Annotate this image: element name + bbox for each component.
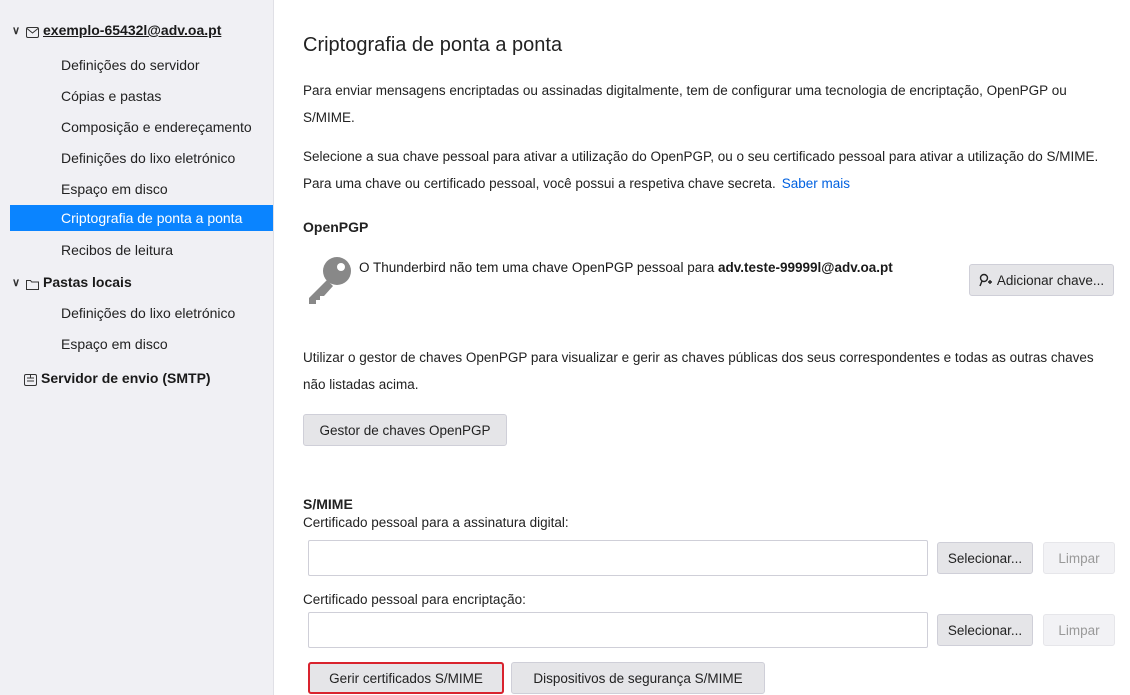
sidebar-item-server-settings[interactable]: Definições do servidor <box>10 52 273 78</box>
sidebar-item-disk-space[interactable]: Espaço em disco <box>10 176 273 202</box>
sidebar-item-label: Definições do lixo eletrónico <box>61 150 236 166</box>
key-icon <box>305 256 353 311</box>
add-key-button[interactable]: Adicionar chave... <box>969 264 1114 296</box>
select-key-text-body: Selecione a sua chave pessoal para ativa… <box>303 149 1099 191</box>
sign-cert-label: Certificado pessoal para a assinatura di… <box>303 515 569 530</box>
openpgp-heading: OpenPGP <box>303 219 369 235</box>
no-key-message: O Thunderbird não tem uma chave OpenPGP … <box>359 254 919 281</box>
local-folders-label: Pastas locais <box>43 274 132 290</box>
sign-cert-field[interactable] <box>308 540 928 576</box>
sidebar-item-label: Criptografia de ponta a ponta <box>61 210 243 226</box>
select-sign-cert-button[interactable]: Selecionar... <box>937 542 1033 574</box>
security-devices-label: Dispositivos de segurança S/MIME <box>533 670 743 686</box>
sidebar-item-label: Recibos de leitura <box>61 242 174 258</box>
sidebar-item-local-junk-settings[interactable]: Definições do lixo eletrónico <box>10 300 273 326</box>
sidebar-local-folders[interactable]: ∨ Pastas locais <box>12 274 132 290</box>
sidebar-item-copies-folders[interactable]: Cópias e pastas <box>10 83 273 109</box>
sidebar-item-label: Espaço em disco <box>61 336 168 352</box>
folder-icon <box>26 277 39 290</box>
chevron-down-icon[interactable]: ∨ <box>12 24 24 37</box>
sidebar-item-e2e-encryption[interactable]: Criptografia de ponta a ponta <box>10 205 273 231</box>
key-manager-text: Utilizar o gestor de chaves OpenPGP para… <box>303 350 1094 392</box>
select-button-label: Selecionar... <box>947 550 1023 566</box>
account-label: exemplo-65432l@adv.oa.pt <box>43 22 222 38</box>
manage-certs-label: Gerir certificados S/MIME <box>329 670 483 686</box>
key-manager-button[interactable]: Gestor de chaves OpenPGP <box>303 414 507 446</box>
no-key-email: adv.teste-99999l@adv.oa.pt <box>717 260 893 275</box>
clear-button-label: Limpar <box>1058 550 1100 566</box>
envelope-icon <box>26 25 39 38</box>
manage-smime-certs-button[interactable]: Gerir certificados S/MIME <box>308 662 504 694</box>
key-manager-label: Gestor de chaves OpenPGP <box>319 422 491 438</box>
learn-more-link[interactable]: Saber mais <box>782 176 850 191</box>
sidebar-item-label: Definições do servidor <box>61 57 200 73</box>
clear-sign-cert-button[interactable]: Limpar <box>1043 542 1115 574</box>
sidebar-account[interactable]: ∨ exemplo-65432l@adv.oa.pt <box>12 22 221 38</box>
chevron-down-icon[interactable]: ∨ <box>12 276 24 289</box>
smime-heading: S/MIME <box>303 496 353 512</box>
sidebar-item-junk-settings[interactable]: Definições do lixo eletrónico <box>10 145 273 171</box>
sidebar-item-label: Definições do lixo eletrónico <box>61 305 236 321</box>
server-icon <box>24 373 37 386</box>
enc-cert-label: Certificado pessoal para encriptação: <box>303 592 526 607</box>
sidebar-smtp-server[interactable]: Servidor de envio (SMTP) <box>22 370 211 386</box>
sidebar-item-label: Composição e endereçamento <box>61 119 252 135</box>
select-enc-cert-button[interactable]: Selecionar... <box>937 614 1033 646</box>
sidebar-item-read-receipts[interactable]: Recibos de leitura <box>10 237 273 263</box>
page-title: Criptografia de ponta a ponta <box>303 34 563 56</box>
select-button-label: Selecionar... <box>947 622 1023 638</box>
select-key-text: Selecione a sua chave pessoal para ativa… <box>303 143 1113 197</box>
no-key-text: O Thunderbird não tem uma chave OpenPGP … <box>359 260 715 275</box>
account-sidebar: ∨ exemplo-65432l@adv.oa.pt Definições do… <box>0 0 274 695</box>
smtp-label: Servidor de envio (SMTP) <box>41 370 211 386</box>
add-key-label: Adicionar chave... <box>996 272 1105 288</box>
sidebar-item-composition[interactable]: Composição e endereçamento <box>10 114 273 140</box>
enc-cert-field[interactable] <box>308 612 928 648</box>
clear-button-label: Limpar <box>1058 622 1100 638</box>
add-key-icon <box>979 273 993 287</box>
sidebar-item-local-disk-space[interactable]: Espaço em disco <box>10 331 273 357</box>
smime-security-devices-button[interactable]: Dispositivos de segurança S/MIME <box>511 662 765 694</box>
clear-enc-cert-button[interactable]: Limpar <box>1043 614 1115 646</box>
intro-text: Para enviar mensagens encriptadas ou ass… <box>303 83 1067 125</box>
sidebar-item-label: Espaço em disco <box>61 181 168 197</box>
sidebar-item-label: Cópias e pastas <box>61 88 162 104</box>
